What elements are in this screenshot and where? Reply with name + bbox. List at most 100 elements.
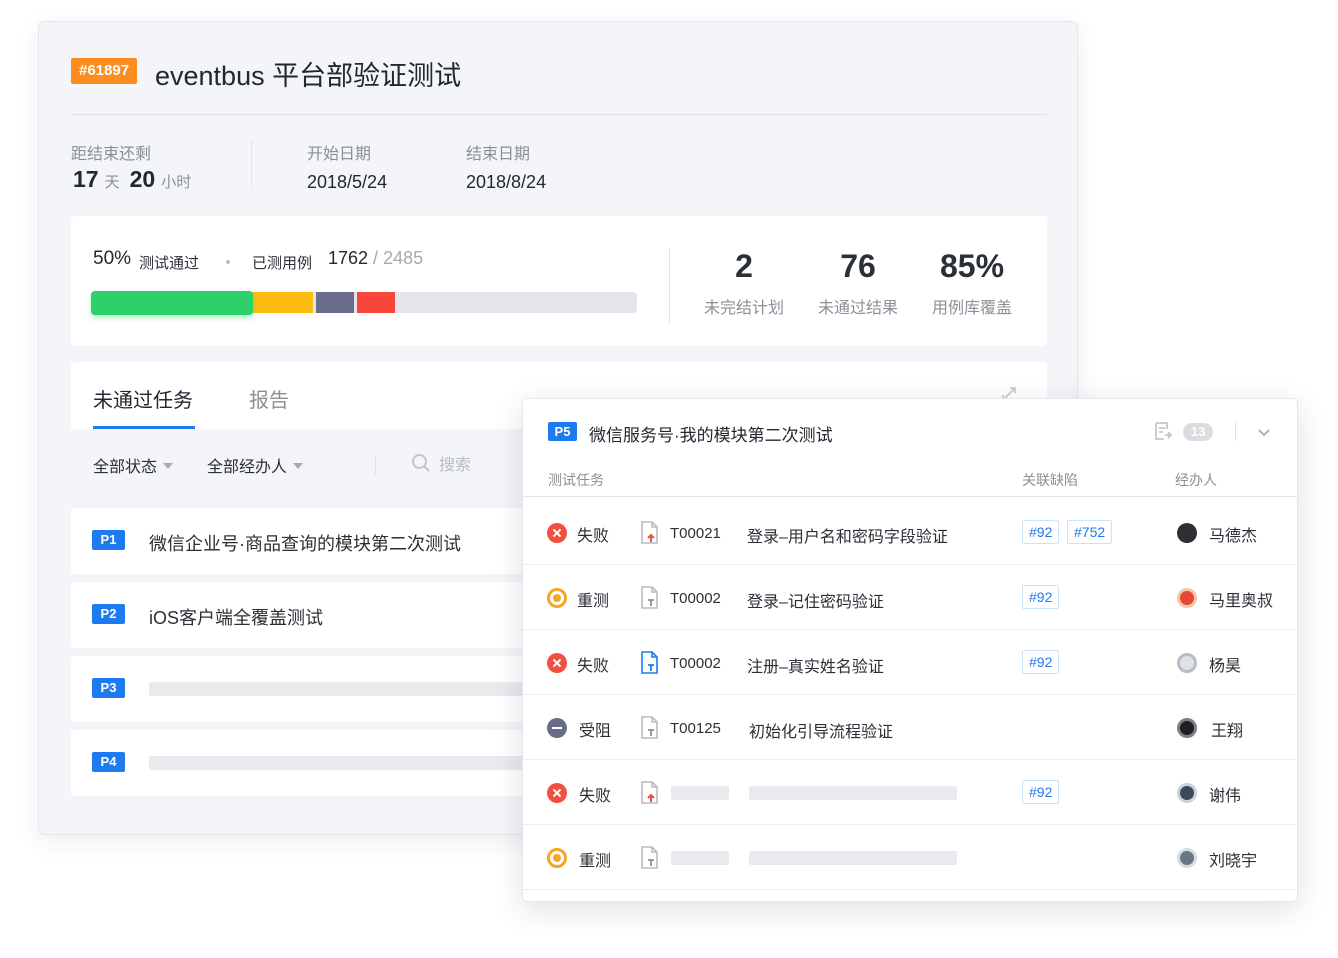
divider: [375, 455, 376, 475]
divider: [669, 248, 670, 324]
case-description: 注册–真实姓名验证: [747, 659, 884, 676]
end-date-label: 结束日期: [466, 146, 531, 163]
defect-tag[interactable]: #92: [1022, 585, 1060, 609]
test-result-row[interactable]: 失败 #92 谢伟: [523, 760, 1297, 825]
tested-count: 1762 / 2485: [328, 248, 423, 269]
status-text: 失败: [577, 658, 610, 675]
assignee-filter-label: 全部经办人: [207, 459, 288, 476]
status-filter-dropdown[interactable]: 全部状态: [93, 453, 174, 477]
priority-badge: P2: [92, 604, 125, 624]
defect-tag[interactable]: #92: [1022, 650, 1060, 674]
stat-label: 未完结计划: [703, 300, 784, 317]
dot-separator: [226, 260, 230, 264]
stat-value: 85%: [939, 248, 1005, 284]
status-text: 重测: [579, 853, 612, 870]
project-title: eventbus 平台部验证测试: [155, 61, 462, 91]
task-name: iOS客户端全覆盖测试: [149, 608, 324, 628]
case-code: T00002: [670, 655, 721, 672]
placeholder-bar: [749, 851, 957, 865]
case-code: T00125: [670, 720, 721, 737]
status-text: 重测: [577, 593, 610, 610]
priority-badge: P4: [92, 752, 125, 772]
stat-value: 76: [840, 248, 876, 284]
assignee-name: 刘晓宇: [1209, 853, 1258, 870]
status-text: 失败: [579, 788, 612, 805]
tab-report[interactable]: 报告: [249, 384, 289, 413]
pass-label: 测试通过: [139, 255, 200, 272]
retest-status-icon: [547, 848, 567, 868]
assignee-name: 王翔: [1211, 723, 1244, 740]
blocked-status-icon: [547, 718, 567, 738]
progress-stats-panel: 50% 测试通过 已测用例 1762 / 2485 2 未完结计划 76 未通过…: [71, 216, 1047, 346]
test-result-row[interactable]: 重测 T00002 登录–记住密码验证 #92 马里奥叔: [523, 565, 1297, 630]
column-header-defects: 关联缺陷: [1022, 472, 1078, 488]
case-file-icon: [641, 781, 658, 804]
task-name: 微信企业号·商品查询的模块第二次测试: [149, 534, 461, 554]
search-icon: [412, 454, 430, 472]
defect-tag[interactable]: #92: [1022, 780, 1060, 804]
case-file-icon: [641, 586, 658, 609]
avatar: [1177, 783, 1197, 803]
stat-label: 未通过结果: [817, 300, 898, 317]
column-header-assignee: 经办人: [1175, 472, 1217, 488]
test-result-row[interactable]: 重测 刘晓宇: [523, 825, 1297, 890]
placeholder-bar: [149, 756, 569, 770]
placeholder-bar: [149, 682, 569, 696]
case-description: 登录–用户名和密码字段验证: [747, 529, 948, 546]
avatar: [1177, 718, 1197, 738]
test-result-row[interactable]: 失败 T00021 登录–用户名和密码字段验证 #92 #752 马德杰: [523, 500, 1297, 565]
retest-status-icon: [547, 588, 567, 608]
search-placeholder: 搜索: [439, 457, 472, 474]
document-icon[interactable]: [1153, 421, 1173, 446]
defect-tag[interactable]: #752: [1067, 520, 1113, 544]
fail-status-icon: [547, 783, 567, 803]
case-description: 初始化引导流程验证: [749, 724, 894, 741]
divider: [1235, 421, 1236, 441]
case-file-icon: [641, 716, 658, 739]
assignee-name: 杨昊: [1209, 658, 1242, 675]
hours-unit: 小时: [161, 174, 192, 191]
days-unit: 天: [104, 174, 120, 191]
tab-failed-tasks[interactable]: 未通过任务: [93, 384, 193, 413]
fail-status-icon: [547, 523, 567, 543]
assignee-name: 马里奥叔: [1209, 593, 1274, 610]
priority-badge: P1: [92, 530, 125, 550]
avatar: [1177, 848, 1197, 868]
assignee-name: 马德杰: [1209, 528, 1258, 545]
passed-segment: [91, 291, 253, 315]
stat-label: 用例库覆盖: [931, 300, 1012, 317]
placeholder-bar: [671, 786, 729, 800]
test-result-row[interactable]: 受阻 T00125 初始化引导流程验证 王翔: [523, 695, 1297, 760]
case-code: T00021: [670, 525, 721, 542]
placeholder-bar: [749, 786, 957, 800]
case-code: T00002: [670, 590, 721, 607]
placeholder-bar: [671, 851, 729, 865]
status-filter-label: 全部状态: [93, 459, 158, 476]
caret-down-icon: [293, 463, 304, 469]
status-text: 受阻: [579, 723, 612, 740]
fail-status-icon: [547, 653, 567, 673]
priority-badge: P5: [548, 422, 577, 441]
status-text: 失败: [577, 528, 610, 545]
test-result-row[interactable]: 失败 T00002 注册–真实姓名验证 #92 杨昊: [523, 630, 1297, 695]
column-header-task: 测试任务: [548, 472, 604, 488]
assignee-filter-dropdown[interactable]: 全部经办人: [207, 453, 304, 477]
divider: [523, 496, 1297, 497]
stat-unfinished-plans: 2 未完结计划: [687, 246, 801, 318]
case-description: 登录–记住密码验证: [747, 594, 884, 611]
stat-failed-results: 76 未通过结果: [801, 246, 915, 318]
search-input[interactable]: 搜索: [411, 451, 471, 475]
start-date-label: 开始日期: [307, 146, 372, 163]
stat-case-coverage: 85% 用例库覆盖: [915, 246, 1029, 318]
divider: [71, 114, 1047, 115]
priority-badge: P3: [92, 678, 125, 698]
chevron-down-icon[interactable]: [1257, 425, 1271, 443]
start-date: 2018/5/24: [307, 172, 388, 192]
retest-segment: [249, 292, 313, 313]
remaining-label: 距结束还剩: [71, 146, 152, 163]
project-id-badge: #61897: [71, 58, 138, 84]
tested-value: 1762: [328, 248, 369, 268]
defect-tag[interactable]: #92: [1022, 520, 1060, 544]
case-file-icon: [641, 651, 658, 674]
remaining-days: 17: [73, 166, 99, 192]
